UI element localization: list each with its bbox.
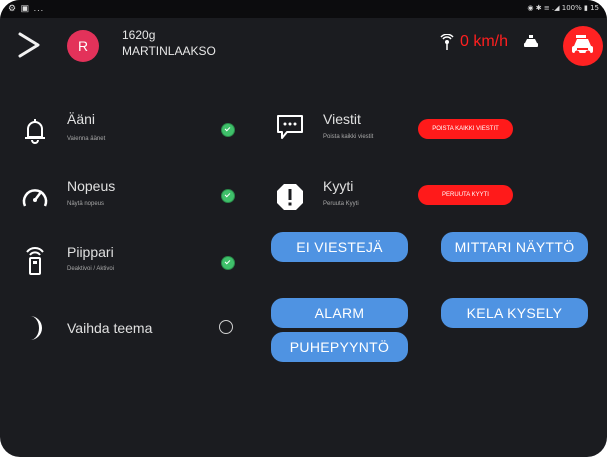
delete-all-messages-button[interactable]: POISTA KAIKKI VIESTIT [418, 119, 513, 139]
car-icon [572, 35, 593, 56]
setting-title: Ääni [67, 111, 96, 127]
action-subtitle: Peruuta Kyyti [323, 201, 359, 207]
no-messages-button[interactable]: EI VIESTEJÄ [271, 232, 408, 262]
header: R 1620g MARTINLAAKSO 0 km/h [0, 18, 607, 74]
setting-subtitle: Näytä nopeus [67, 201, 105, 207]
vehicle-id: 1620g [122, 28, 156, 42]
toggle-pager[interactable] [221, 256, 235, 270]
avatar[interactable]: R [67, 30, 99, 62]
taxi-icon [524, 35, 538, 47]
message-icon [277, 115, 303, 139]
alert-icon [277, 184, 303, 210]
toggle-theme[interactable] [219, 320, 233, 334]
bell-icon [25, 119, 45, 144]
setting-subtitle: Deaktivoi / Aktivoi [67, 266, 115, 272]
chevron-right-icon[interactable] [12, 28, 46, 62]
location-label: MARTINLAAKSO [122, 44, 216, 58]
alarm-button[interactable]: ALARM [271, 298, 408, 328]
call-request-button[interactable]: PUHEPYYNTÖ [271, 332, 408, 362]
toggle-sound[interactable] [221, 123, 235, 137]
setting-title: Piippari [67, 244, 114, 260]
car-status-button[interactable] [563, 26, 603, 66]
speedometer-icon [22, 189, 48, 207]
meter-display-button[interactable]: MITTARI NÄYTTÖ [441, 232, 588, 262]
status-bar: ⚙ ▣ ... ◉ ✱ ≡ .◢ 100% ▮ 15 [0, 0, 607, 18]
action-subtitle: Poista kaikki viestit [323, 134, 374, 140]
status-right: ◉ ✱ ≡ .◢ 100% ▮ 15 [527, 4, 599, 12]
moon-icon [30, 316, 42, 340]
action-title: Kyyti [323, 178, 354, 194]
cancel-ride-button[interactable]: PERUUTA KYYTI [418, 185, 513, 205]
setting-title: Nopeus [67, 178, 116, 194]
action-title: Viestit [323, 111, 361, 127]
kela-query-button[interactable]: KELA KYSELY [441, 298, 588, 328]
setting-title: Vaihda teema [67, 320, 153, 336]
setting-subtitle: Vaienna äänet [67, 136, 106, 142]
speed-readout: 0 km/h [460, 33, 509, 50]
toggle-speed[interactable] [221, 189, 235, 203]
pager-icon [26, 247, 44, 275]
status-left: ⚙ ▣ ... [8, 3, 45, 13]
signal-icon [440, 34, 454, 50]
app-screen: ⚙ ▣ ... ◉ ✱ ≡ .◢ 100% ▮ 15 R 1620g MARTI… [0, 0, 607, 457]
